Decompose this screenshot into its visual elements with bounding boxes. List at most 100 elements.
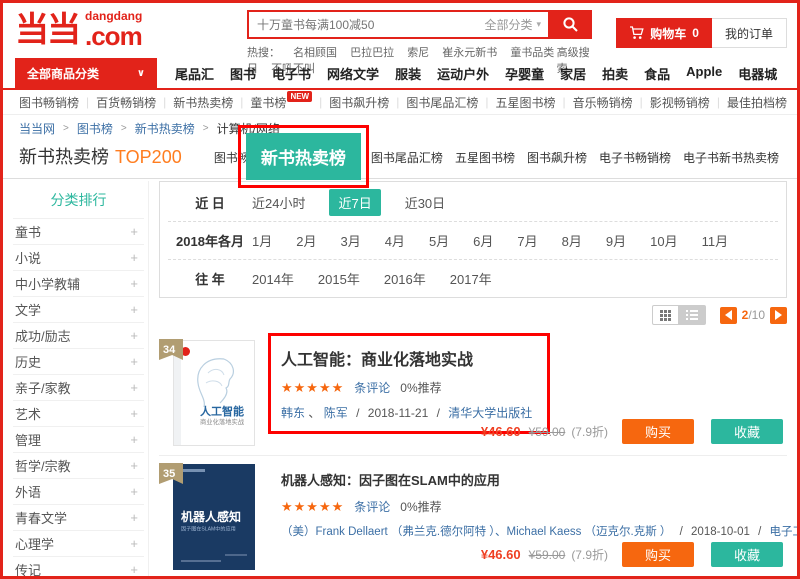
nav-item[interactable]: 拍卖 (594, 64, 636, 83)
hot-search-term[interactable]: 巴拉巴拉 (350, 47, 394, 59)
hot-search-term[interactable]: 名相顾国 (293, 47, 337, 59)
rank-nav-item[interactable]: 童书榜 (250, 94, 286, 111)
rank-nav-item[interactable]: 图书畅销榜 (19, 94, 79, 111)
expand-icon[interactable]: + (130, 432, 138, 447)
my-orders-button[interactable]: 我的订单 (712, 18, 787, 48)
filter-month[interactable]: 5月 (429, 231, 449, 250)
expand-icon[interactable]: + (130, 276, 138, 291)
book-cover[interactable]: 机器人感知 因子图在SLAM中的应用 (173, 464, 255, 570)
next-page-button[interactable] (770, 307, 787, 324)
breadcrumb-link[interactable]: 图书榜 (77, 120, 113, 137)
sidebar-item-children-books[interactable]: 童书+ (13, 218, 144, 244)
publisher-link[interactable]: 电子工业出版社 (769, 526, 800, 538)
nav-item[interactable]: 电子书 (264, 64, 319, 83)
filter-year[interactable]: 2014年 (252, 269, 294, 288)
favorite-button[interactable]: 收藏 (711, 542, 783, 567)
expand-icon[interactable]: + (130, 302, 138, 317)
sidebar-item-foreign-language[interactable]: 外语+ (13, 478, 144, 504)
sidebar-item-fiction[interactable]: 小说+ (13, 244, 144, 270)
filter-month[interactable]: 8月 (562, 231, 582, 250)
sidebar-item-management[interactable]: 管理+ (13, 426, 144, 452)
reviews-link[interactable]: 条评论 (354, 498, 390, 515)
nav-item[interactable]: 孕婴童 (497, 64, 552, 83)
sidebar-item-youth-literature[interactable]: 青春文学+ (13, 504, 144, 530)
cart-button[interactable]: 购物车 0 (616, 18, 712, 48)
nav-item[interactable]: 网络文学 (319, 64, 387, 83)
hot-search-term[interactable]: 崔永元新书 (442, 47, 497, 59)
prev-page-button[interactable] (720, 307, 737, 324)
expand-icon[interactable]: + (130, 536, 138, 551)
expand-icon[interactable]: + (130, 380, 138, 395)
search-button[interactable] (548, 10, 592, 39)
reviews-link[interactable]: 条评论 (354, 379, 390, 396)
nav-item[interactable]: 尾品汇 (167, 64, 222, 83)
filter-30days[interactable]: 近30日 (405, 193, 445, 212)
filter-year[interactable]: 2015年 (318, 269, 360, 288)
tab-rising[interactable]: 图书飙升榜 (521, 149, 593, 178)
expand-icon[interactable]: + (130, 562, 138, 577)
nav-item[interactable]: 服装 (387, 64, 429, 83)
expand-icon[interactable]: + (130, 484, 138, 499)
favorite-button[interactable]: 收藏 (711, 419, 783, 444)
filter-year[interactable]: 2016年 (384, 269, 426, 288)
filter-24h[interactable]: 近24小时 (252, 193, 305, 212)
filter-month[interactable]: 6月 (473, 231, 493, 250)
rank-nav-item[interactable]: 图书飙升榜 (329, 94, 389, 111)
breadcrumb-link[interactable]: 新书热卖榜 (135, 120, 195, 137)
expand-icon[interactable]: + (130, 328, 138, 343)
publisher-link[interactable]: 清华大学出版社 (448, 406, 532, 420)
expand-icon[interactable]: + (130, 250, 138, 265)
buy-button[interactable]: 购买 (622, 542, 694, 567)
dangdang-logo[interactable]: 当当 dangdang .com (15, 10, 233, 49)
sidebar-item-history[interactable]: 历史+ (13, 348, 144, 374)
sidebar-item-art[interactable]: 艺术+ (13, 400, 144, 426)
rank-nav-item[interactable]: 图书尾品汇榜 (406, 94, 478, 111)
buy-button[interactable]: 购买 (622, 419, 694, 444)
breadcrumb-link[interactable]: 当当网 (19, 120, 55, 137)
nav-item[interactable]: 家居 (552, 64, 594, 83)
filter-month[interactable]: 3月 (340, 231, 360, 250)
filter-month[interactable]: 2月 (296, 231, 316, 250)
list-view-button[interactable] (679, 305, 706, 325)
filter-month[interactable]: 10月 (650, 231, 677, 250)
sidebar-item-psychology[interactable]: 心理学+ (13, 530, 144, 556)
nav-item[interactable]: 电器城 (730, 64, 785, 83)
book-title-link[interactable]: 人工智能：商业化落地实战 (281, 346, 537, 370)
author-link[interactable]: 陈军 (324, 406, 348, 420)
filter-month[interactable]: 7月 (517, 231, 537, 250)
rank-nav-item[interactable]: 五星图书榜 (496, 94, 556, 111)
all-categories-button[interactable]: 全部商品分类 ∨ (15, 58, 157, 89)
tab-ebook-new-hot[interactable]: 电子书新书热卖榜 (677, 149, 785, 178)
author-link[interactable]: （美）Frank Dellaert （弗兰克.德尔阿特 ）、Michael Ka… (281, 526, 671, 538)
search-input[interactable] (249, 12, 484, 37)
nav-item[interactable]: Apple (678, 64, 730, 83)
grid-view-button[interactable] (652, 305, 679, 325)
expand-icon[interactable]: + (130, 224, 138, 239)
nav-item[interactable]: 食品 (636, 64, 678, 83)
expand-icon[interactable]: + (130, 354, 138, 369)
tab-ebook-bestseller[interactable]: 电子书畅销榜 (593, 149, 677, 178)
sidebar-item-philosophy[interactable]: 哲学/宗教+ (13, 452, 144, 478)
filter-month[interactable]: 9月 (606, 231, 626, 250)
sidebar-item-textbooks[interactable]: 中小学教辅+ (13, 270, 144, 296)
filter-year[interactable]: 2017年 (450, 269, 492, 288)
sidebar-item-parenting[interactable]: 亲子/家教+ (13, 374, 144, 400)
rank-nav-item[interactable]: 新书热卖榜 (173, 94, 233, 111)
author-link[interactable]: 韩东 (281, 406, 305, 420)
expand-icon[interactable]: + (130, 510, 138, 525)
rank-nav-item[interactable]: 最佳拍档榜 (727, 94, 787, 111)
tab-new-book-hot[interactable]: 新书热卖榜 (246, 133, 361, 180)
sidebar-item-biography[interactable]: 传记+ (13, 556, 144, 579)
rank-nav-item[interactable]: 影视畅销榜 (650, 94, 710, 111)
rank-nav-item[interactable]: 百货畅销榜 (96, 94, 156, 111)
sidebar-item-literature[interactable]: 文学+ (13, 296, 144, 322)
nav-item[interactable]: 运动户外 (429, 64, 497, 83)
search-category-dropdown[interactable]: 全部分类 ▾ (484, 16, 548, 33)
rank-nav-item[interactable]: 音乐畅销榜 (573, 94, 633, 111)
book-cover[interactable]: 人工智能 商业化落地实战 (173, 340, 255, 446)
book-title-link[interactable]: 机器人感知：因子图在SLAM中的应用 (281, 470, 800, 489)
expand-icon[interactable]: + (130, 458, 138, 473)
hot-search-term[interactable]: 索尼 (407, 47, 429, 59)
nav-item[interactable]: 图书 (222, 64, 264, 83)
filter-month[interactable]: 11月 (702, 231, 729, 250)
